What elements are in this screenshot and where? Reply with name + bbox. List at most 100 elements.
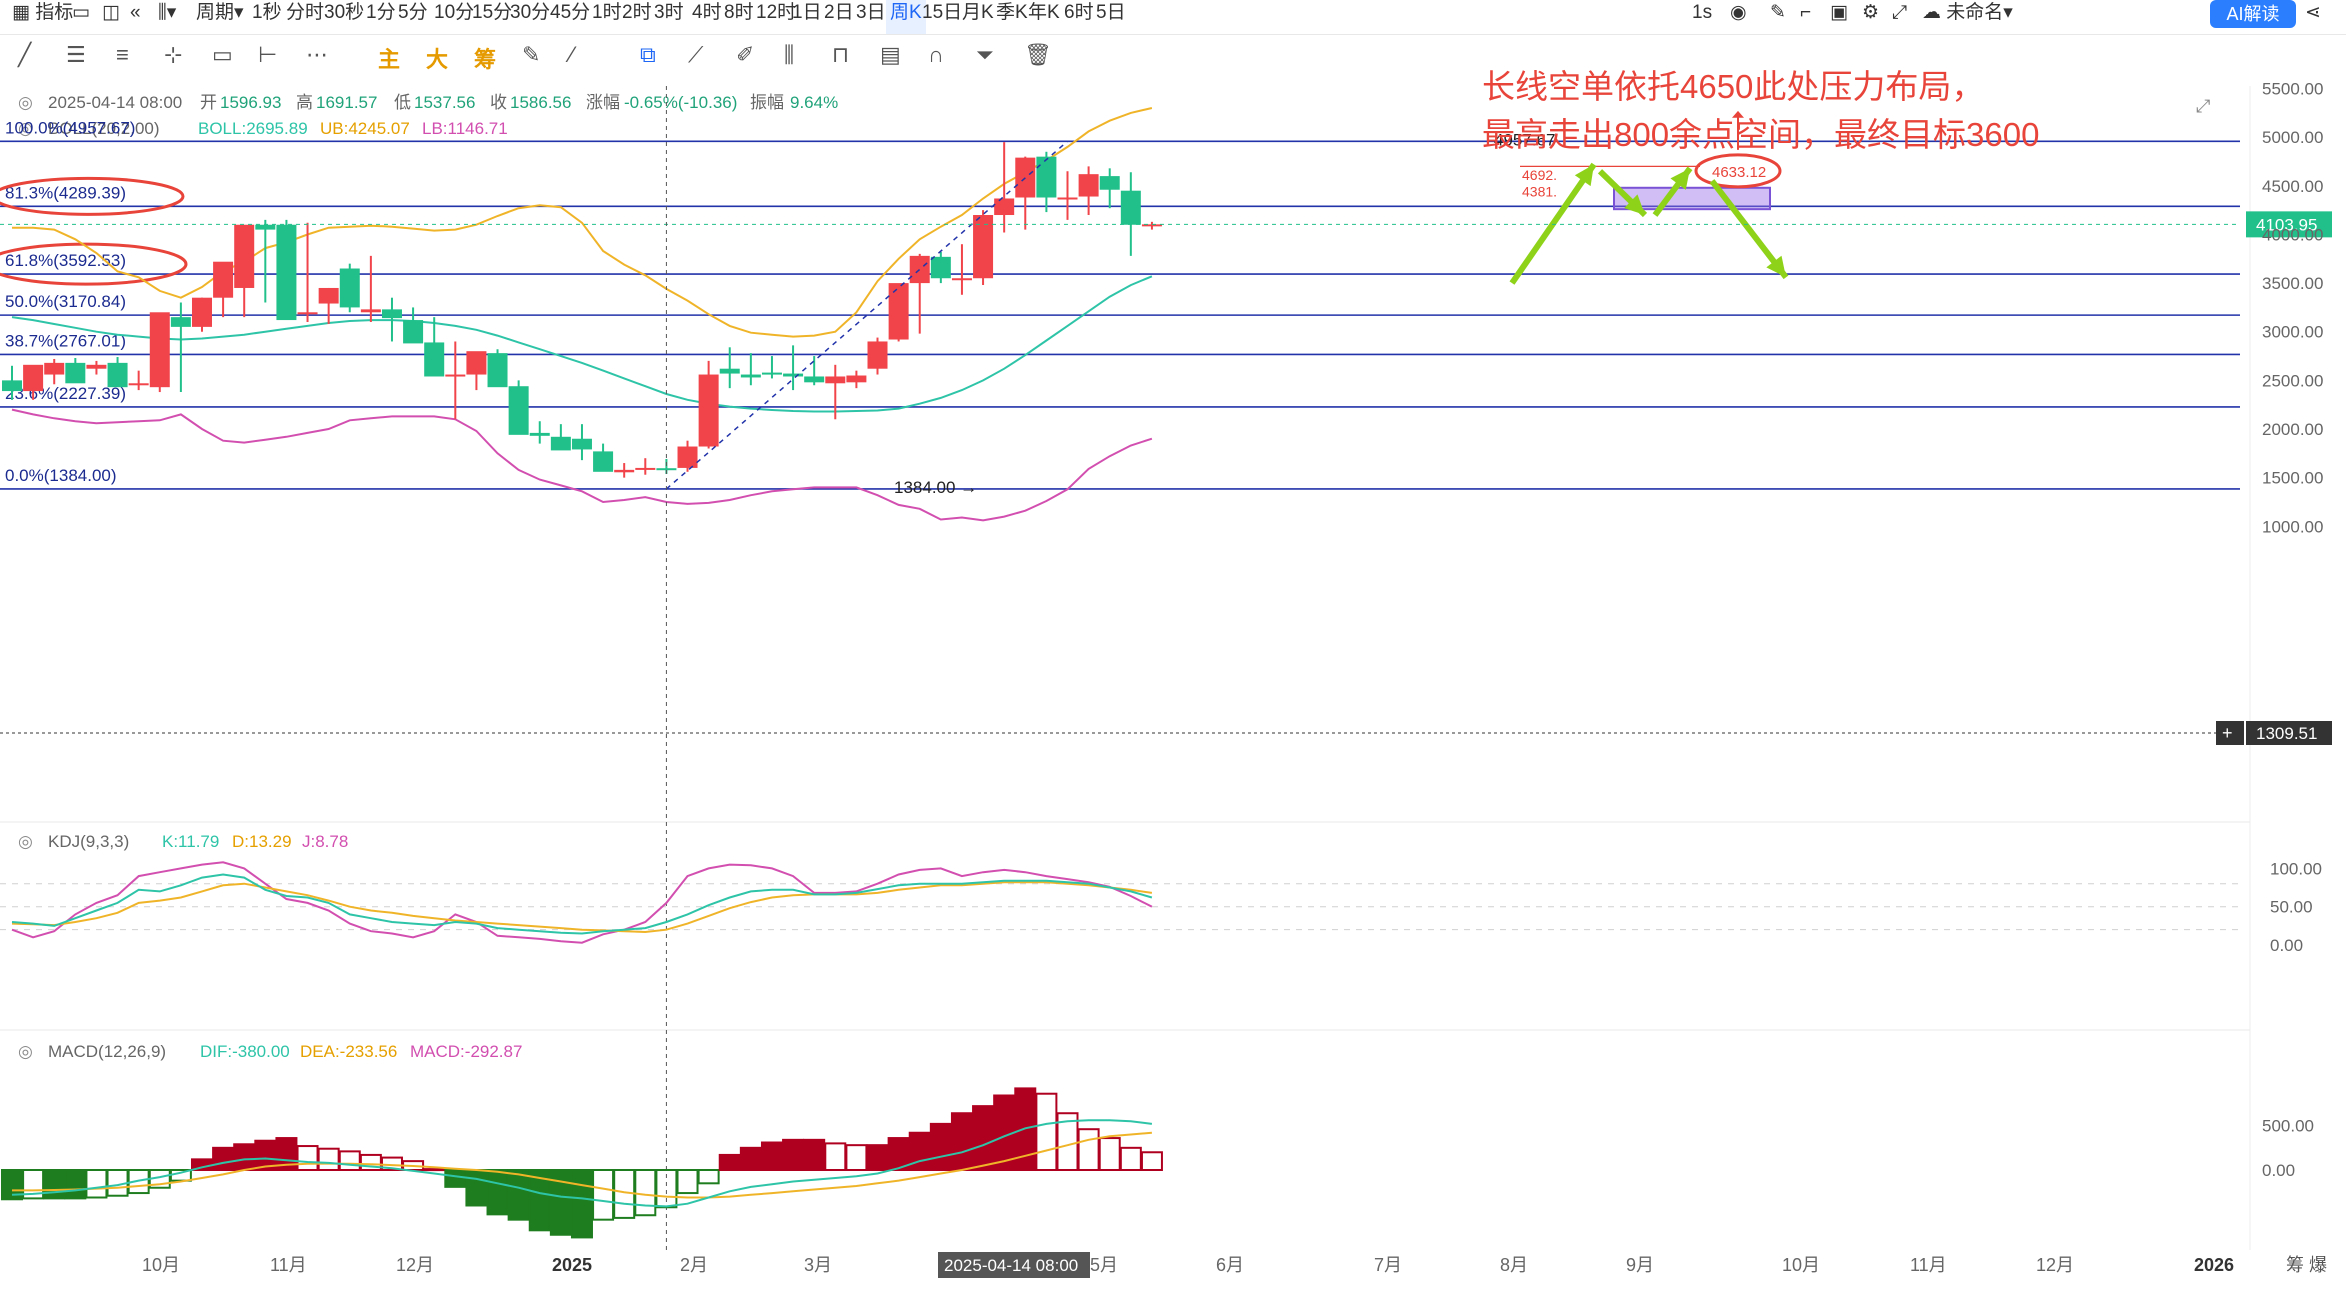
pressure-zone-box (1613, 186, 1771, 211)
chart-icon: ▦ (12, 2, 36, 23)
trendline-icon[interactable]: ╱ (18, 42, 31, 68)
x-tick-5: 3月 (804, 1255, 832, 1275)
more-icon[interactable]: ⋯ (306, 42, 328, 68)
macd-bar-36 (760, 1141, 783, 1172)
candle-body-31 (656, 468, 677, 471)
macd-bar-47 (993, 1094, 1016, 1171)
chips-button[interactable]: 筹 (474, 42, 496, 74)
hline-icon[interactable]: ☰ (66, 42, 86, 68)
pencil-icon[interactable]: ✎ (1770, 0, 1786, 34)
cloud-icon[interactable]: ☁ 未命名▾ (1922, 0, 2013, 34)
boll-ub: UB:4245.07 (320, 119, 410, 138)
refresh-rate[interactable]: 1s (1692, 0, 1712, 34)
camera-icon[interactable]: ◉ (1730, 0, 1747, 34)
parallel-icon[interactable]: ≡ (116, 42, 129, 68)
indicator-button[interactable]: ▦ 指标 (12, 0, 73, 34)
layout-icon[interactable]: ◫ (102, 0, 120, 34)
macd-eye-icon[interactable]: ◎ (18, 1042, 33, 1061)
fib-label-4: 38.7%(2767.01) (5, 331, 126, 350)
x-tick-2: 12月 (396, 1255, 434, 1275)
candles (2, 142, 1162, 478)
candle-body-11 (234, 224, 255, 288)
macd-hist-value: MACD:-292.87 (410, 1042, 522, 1061)
interval-tab-0[interactable]: 1秒 (248, 0, 286, 34)
fibonacci-levels: 100.0%(4957.67) 81.3%(4289.39) 61.8%(3592.… (0, 118, 2240, 490)
fib-circle-61 (0, 242, 188, 286)
candle-body-18 (381, 309, 402, 319)
interval-tab-8[interactable]: 45分 (546, 0, 594, 34)
price-tick-0: 5500.00 (2262, 80, 2323, 99)
chart-area[interactable]: ◎ 2025-04-14 08:00 开 1596.93 高 1691.57 低… (0, 0, 2346, 1290)
candle-body-52 (1099, 176, 1120, 190)
gear-icon[interactable]: ⚙ (1862, 0, 1879, 34)
cross-icon[interactable]: ⊹ (164, 42, 182, 68)
price-tick-3: 4000.00 (2262, 225, 2323, 244)
calendar-icon[interactable]: ▭ (72, 0, 90, 34)
ruler-icon[interactable]: ⟋ (688, 42, 703, 68)
macd-bar-33 (697, 1169, 720, 1185)
candle-type-icon[interactable]: ⫼▾ (158, 0, 176, 34)
interval-tab-24[interactable]: 5日 (1092, 0, 1130, 34)
magnet-icon[interactable]: ∩ (928, 42, 944, 68)
interval-tab-11[interactable]: 3时 (650, 0, 688, 34)
info-eye-icon[interactable]: ◎ (18, 93, 33, 112)
plus-icon[interactable]: + (2222, 723, 2233, 743)
boll-eye-icon[interactable]: ◎ (18, 119, 33, 138)
period-label: 周期 (196, 2, 235, 23)
candle-body-33 (698, 374, 719, 447)
drawing-toolbar: ╱ ☰ ≡ ⊹ ▭ ⊢ ⋯ 主 大 筹 ✎ ⁄ ⧉ ⟋ ✐ ⫼ ⊓ ▤ ∩ ⏷ … (0, 42, 1100, 82)
expand-icon[interactable]: ⤢ (2196, 96, 2211, 116)
price-tick-2: 4500.00 (2262, 177, 2323, 196)
ai-button[interactable]: AI解读 (2210, 0, 2296, 28)
macd-bar-13 (275, 1137, 298, 1171)
big-order-button[interactable]: 大 (426, 42, 448, 74)
macd-bar-32 (676, 1169, 699, 1195)
lock-icon[interactable]: ⊓ (832, 42, 849, 68)
copy-icon[interactable]: ⧉ (640, 42, 656, 68)
amp-label: 振幅 (750, 93, 784, 112)
macd-title: MACD(12,26,9) (48, 1042, 166, 1061)
boll-ub-line (12, 107, 1153, 338)
x-tick-4: 2月 (680, 1255, 708, 1275)
macd-bar-22 (465, 1169, 488, 1207)
rewind-icon[interactable]: « (130, 0, 141, 34)
interval-tab-2[interactable]: 30秒 (320, 0, 368, 34)
bars-icon[interactable]: ⫼ (784, 42, 794, 68)
fullscreen-icon[interactable]: ⤢ (1892, 0, 1907, 34)
candle-body-38 (804, 376, 825, 383)
save-icon[interactable]: ▣ (1830, 0, 1848, 34)
rect-icon[interactable]: ▭ (212, 42, 233, 68)
x-tick-14: 2026 (2194, 1255, 2234, 1275)
filter-icon[interactable]: ⏷ (976, 42, 994, 68)
edit-icon[interactable]: ✎ (522, 42, 540, 68)
candle-body-23 (487, 353, 508, 388)
measure-icon[interactable]: ⊢ (258, 42, 277, 68)
crosshair-price-label: 1309.51 (2256, 724, 2317, 743)
note-icon[interactable]: ▤ (880, 42, 901, 68)
macd-bar-37 (782, 1138, 805, 1172)
macd-bar-7 (148, 1169, 171, 1189)
macd-bar-0 (1, 1169, 23, 1201)
candle-body-35 (740, 374, 761, 378)
macd-bar-9 (190, 1158, 213, 1171)
main-force-button[interactable]: 主 (378, 42, 400, 74)
kdj-eye-icon[interactable]: ◎ (18, 832, 33, 851)
brush-icon[interactable]: ⁄ (570, 42, 574, 68)
macd-bar-27 (570, 1169, 593, 1239)
target-up-arrowhead (1732, 110, 1744, 118)
corner-label[interactable]: 筹 爆 (2286, 1255, 2327, 1275)
macd-bar-20 (423, 1168, 446, 1172)
green-arrow-3-head (1670, 168, 1690, 190)
highlighter-icon[interactable]: ✐ (736, 42, 754, 68)
crop-icon[interactable]: ⌐ (1800, 0, 1811, 34)
interval-tab-4[interactable]: 5分 (394, 0, 432, 34)
interval-tab-17[interactable]: 3日 (852, 0, 890, 34)
share-icon[interactable]: ⋖ (2305, 0, 2321, 34)
period-dropdown[interactable]: 周期▾ (196, 0, 244, 34)
candle-body-49 (1036, 156, 1057, 198)
x-tick-12: 11月 (1910, 1255, 1947, 1275)
interval-tab-22[interactable]: 年K (1024, 0, 1064, 34)
macd-bar-34 (718, 1153, 741, 1172)
candle-body-29 (614, 469, 635, 473)
trash-icon[interactable]: 🗑 (1024, 42, 1052, 68)
